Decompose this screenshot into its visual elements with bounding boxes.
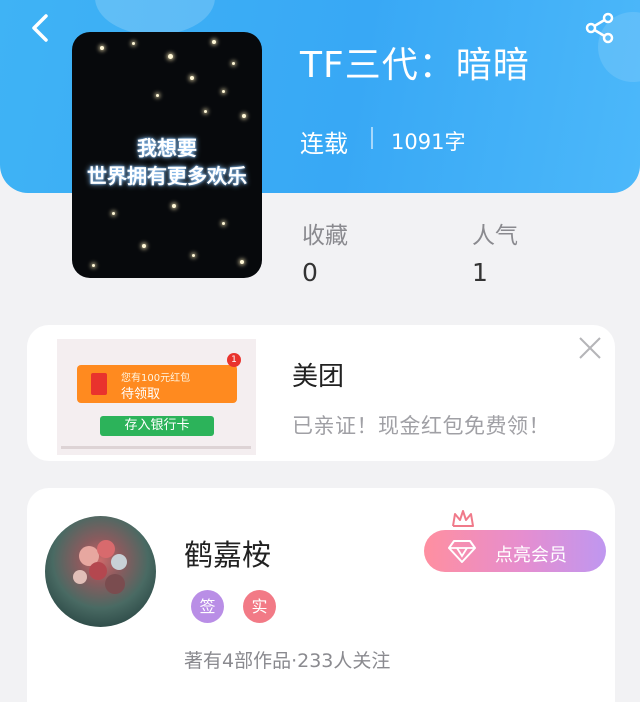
avatar-flower xyxy=(111,554,127,570)
divider xyxy=(371,127,373,149)
cover-text-line1: 我想要 xyxy=(137,136,197,160)
back-button[interactable] xyxy=(20,8,60,48)
stat-value-popularity: 1 xyxy=(472,258,488,287)
notification-badge: 1 xyxy=(227,353,241,367)
vip-button-label: 点亮会员 xyxy=(495,545,567,566)
share-icon xyxy=(585,12,614,44)
ad-close-button[interactable] xyxy=(575,333,605,363)
verified-badge: 实 xyxy=(243,590,276,623)
cover-light xyxy=(100,46,104,50)
close-icon xyxy=(579,337,601,359)
author-name: 鹤嘉桉 xyxy=(184,538,272,572)
word-count: 1091字 xyxy=(391,130,466,154)
cover-light xyxy=(240,260,244,264)
cover-light xyxy=(222,222,225,225)
ad-thumbnail: 您有100元红包 待领取 1 存入银行卡 xyxy=(57,339,256,455)
cover-light xyxy=(190,76,194,80)
avatar-flower xyxy=(73,570,87,584)
serial-status: 连载 xyxy=(300,130,348,158)
cover-light xyxy=(232,62,235,65)
cover-light xyxy=(132,42,135,45)
ad-description: 已亲证！现金红包免费领！ xyxy=(292,414,550,438)
author-summary: 著有4部作品·233人关注 xyxy=(184,650,391,672)
crown-icon xyxy=(452,510,474,527)
signed-badge: 签 xyxy=(191,590,224,623)
ad-banner-text: 您有100元红包 xyxy=(121,373,191,384)
cover-light xyxy=(204,110,207,113)
avatar-flower xyxy=(89,562,107,580)
cover-text-line2: 世界拥有更多欢乐 xyxy=(87,164,247,188)
ad-red-packet-banner: 您有100元红包 待领取 xyxy=(77,365,237,403)
ad-deposit-button: 存入银行卡 xyxy=(100,416,214,436)
share-button[interactable] xyxy=(578,8,622,48)
cover-light xyxy=(212,40,216,44)
cover-light xyxy=(142,244,146,248)
cover-light xyxy=(172,204,176,208)
cover-light xyxy=(112,212,115,215)
book-cover[interactable]: 我想要 世界拥有更多欢乐 xyxy=(72,32,262,278)
stat-value-collect: 0 xyxy=(302,258,318,287)
cover-light xyxy=(156,94,159,97)
diamond-icon xyxy=(448,540,476,563)
ad-title: 美团 xyxy=(292,362,345,392)
avatar-flower xyxy=(97,540,115,558)
ad-banner-main-text: 待领取 xyxy=(121,387,161,402)
cover-light xyxy=(222,90,225,93)
cover-light xyxy=(242,114,246,118)
stat-label-popularity: 人气 xyxy=(472,223,518,249)
red-envelope-icon xyxy=(91,373,107,395)
chevron-left-icon xyxy=(32,14,48,42)
author-avatar[interactable] xyxy=(45,516,156,627)
avatar-flower xyxy=(105,574,125,594)
cover-light xyxy=(168,54,173,59)
stat-label-collect: 收藏 xyxy=(302,223,348,249)
decor-bubble xyxy=(95,0,215,35)
book-title: TF三代：暗暗 xyxy=(300,45,530,86)
ad-fine-print xyxy=(61,446,251,449)
cover-light xyxy=(192,254,195,257)
cover-light xyxy=(92,264,95,267)
ad-card[interactable]: 您有100元红包 待领取 1 存入银行卡 xyxy=(27,325,615,461)
